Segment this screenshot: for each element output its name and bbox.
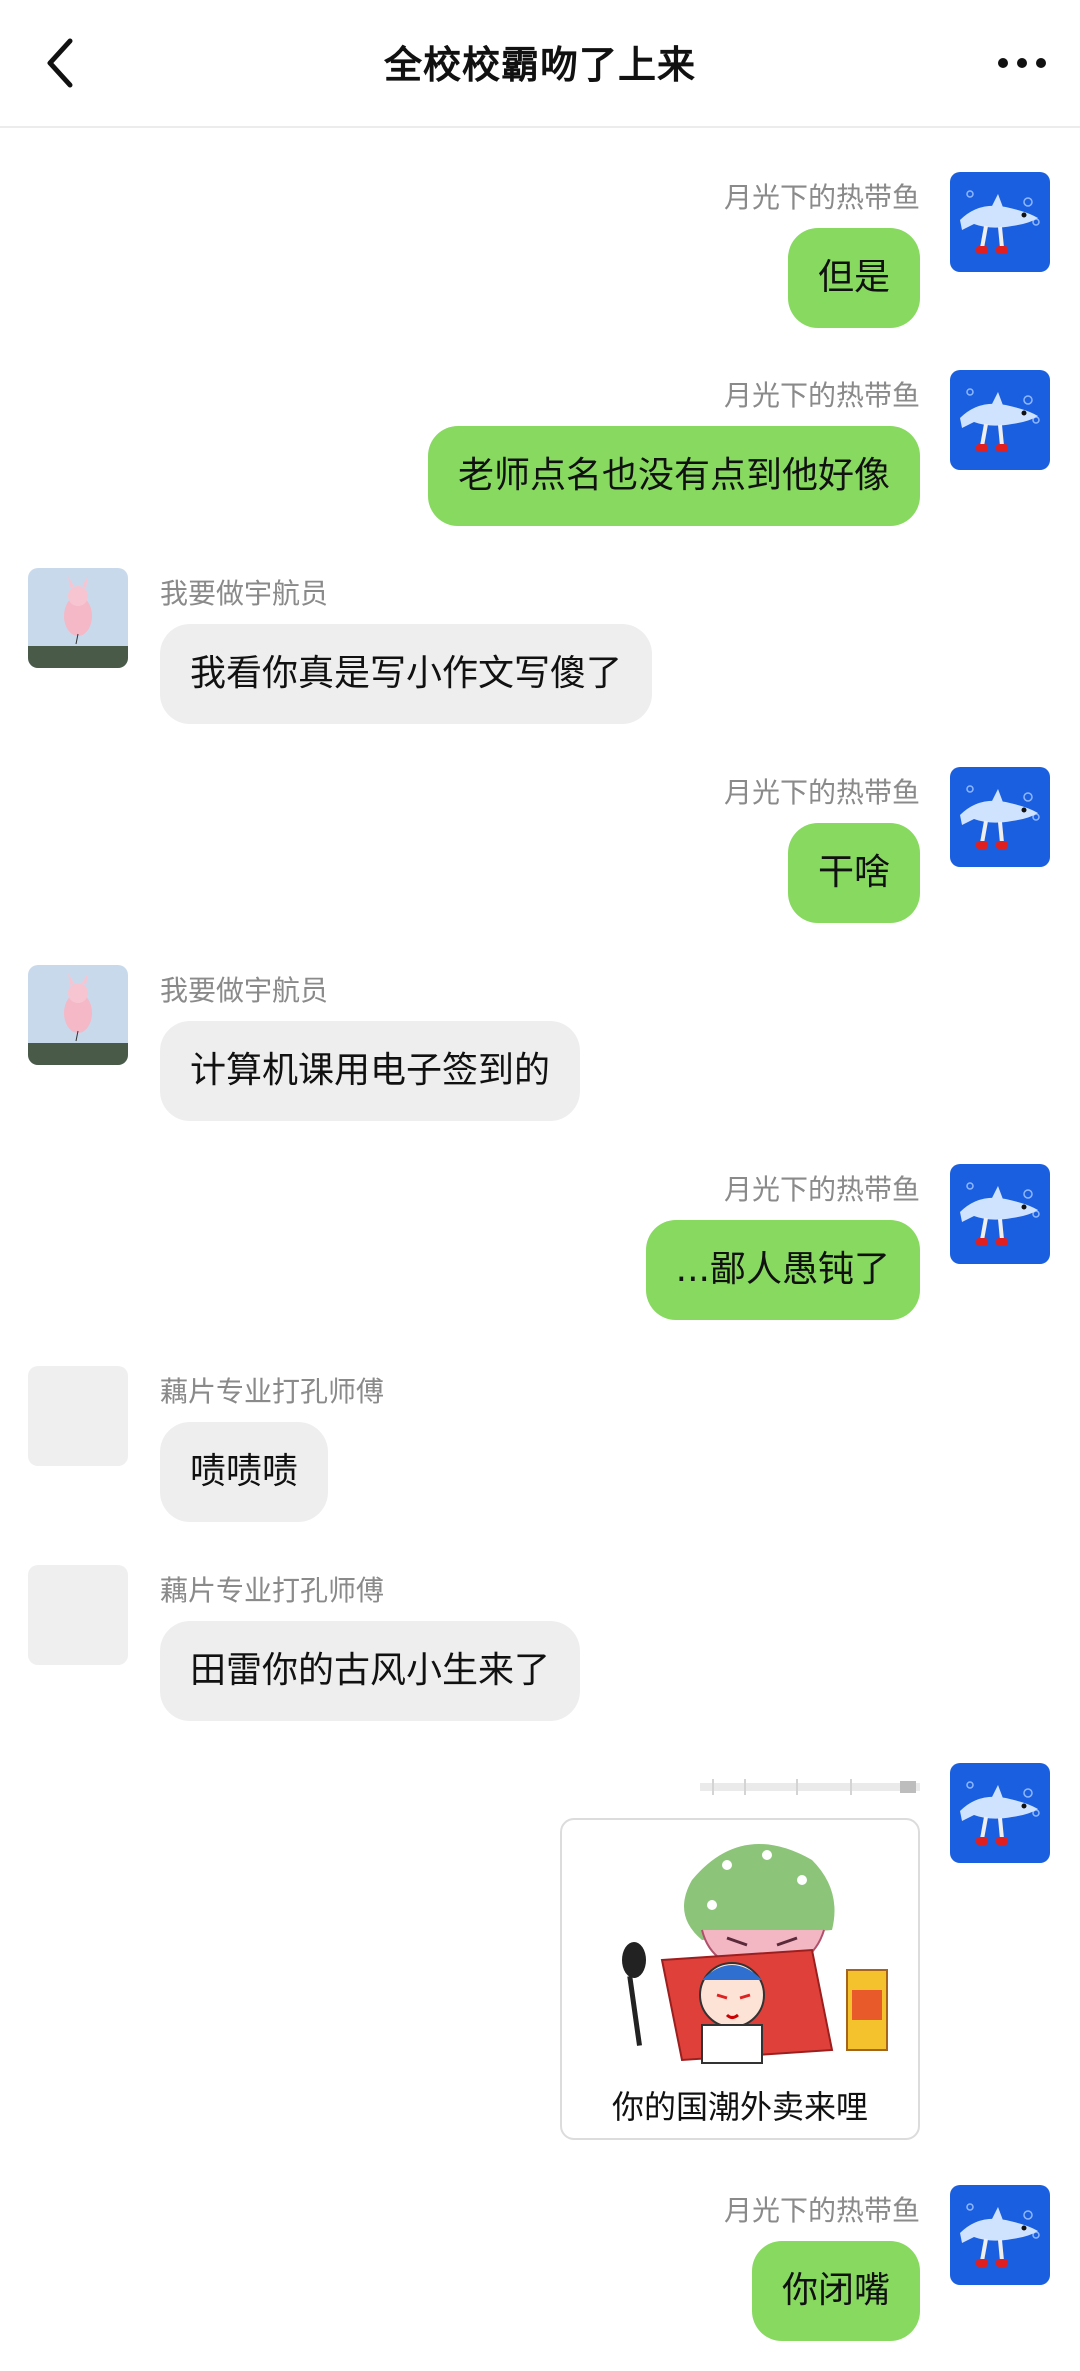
more-horizontal-icon [998,58,1046,68]
other-avatar[interactable] [28,568,128,668]
message-bubble-other[interactable]: 啧啧啧 [160,1422,329,1522]
top-bar: 全校校霸吻了上来 [0,0,1080,128]
sender-name: 我要做宇航员 [160,974,329,1007]
sender-name: 藕片专业打孔师傅 [160,1375,385,1408]
food-delivery-sticker-icon [622,1844,888,2064]
shark-avatar-icon [950,370,1050,470]
self-avatar[interactable] [950,172,1050,272]
more-options-button[interactable] [992,38,1052,88]
sender-name: 藕片专业打孔师傅 [160,1574,385,1607]
shark-avatar-icon [950,2185,1050,2285]
sender-name: 我要做宇航员 [160,577,329,610]
astronaut-avatar-icon [28,568,128,668]
sender-name: 月光下的热带鱼 [723,2194,920,2227]
message-bubble-self[interactable]: 干啥 [787,823,920,923]
self-avatar[interactable] [950,767,1050,867]
blurred-sender-name [700,1779,920,1795]
sender-name: 月光下的热带鱼 [723,181,920,214]
self-avatar[interactable] [950,1164,1050,1264]
other-avatar[interactable] [28,1366,128,1466]
other-avatar[interactable] [28,1565,128,1665]
message-bubble-self[interactable]: 老师点名也没有点到他好像 [427,426,920,526]
sender-name: 月光下的热带鱼 [723,1173,920,1206]
shark-avatar-icon [950,1763,1050,1863]
shark-avatar-icon [950,1164,1050,1264]
message-bubble-self[interactable]: 你闭嘴 [751,2241,920,2341]
self-avatar[interactable] [950,370,1050,470]
self-avatar[interactable] [950,2185,1050,2285]
shark-avatar-icon [950,767,1050,867]
sticker-message[interactable]: 你的国潮外卖来哩 [560,1818,920,2140]
message-bubble-other[interactable]: 田雷你的古风小生来了 [160,1621,581,1721]
message-bubble-other[interactable]: 我看你真是写小作文写傻了 [160,624,653,724]
self-avatar[interactable] [950,1763,1050,1863]
other-avatar[interactable] [28,965,128,1065]
sender-name: 月光下的热带鱼 [723,776,920,809]
chat-title: 全校校霸吻了上来 [383,43,696,87]
sender-name: 月光下的热带鱼 [723,379,920,412]
message-bubble-other[interactable]: 计算机课用电子签到的 [160,1021,581,1121]
sticker-caption: 你的国潮外卖来哩 [611,2088,868,2126]
shark-avatar-icon [950,172,1050,272]
astronaut-avatar-icon [28,965,128,1065]
message-bubble-self[interactable]: ...鄙人愚钝了 [645,1220,920,1320]
message-bubble-self[interactable]: 但是 [787,228,920,328]
